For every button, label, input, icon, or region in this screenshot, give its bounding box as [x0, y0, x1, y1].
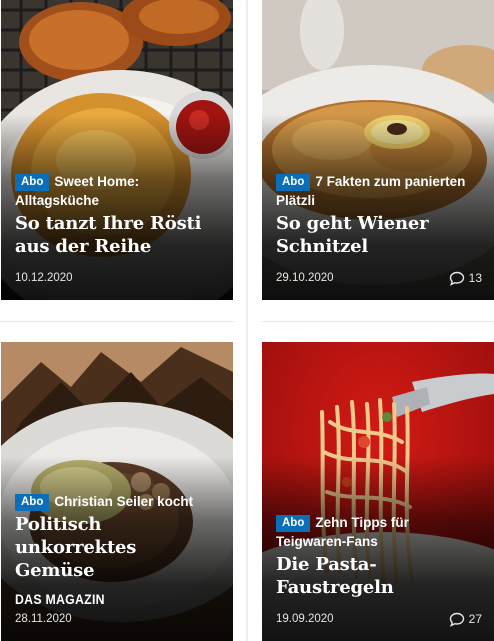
comment-count[interactable]: 13 — [449, 271, 482, 286]
article-kicker: Abo Sweet Home: Alltagsküche — [15, 172, 221, 210]
comment-bubble-icon — [449, 271, 464, 286]
article-date: 10.12.2020 — [15, 272, 73, 284]
card-content: Abo 7 Fakten zum panierten Plätzli So geh… — [276, 172, 482, 300]
article-headline[interactable]: Die Pasta-Faustregeln — [276, 553, 482, 599]
article-date: 29.10.2020 — [276, 272, 334, 284]
article-meta: 29.10.2020 13 — [276, 268, 482, 288]
article-kicker: Abo 7 Fakten zum panierten Plätzli — [276, 172, 482, 210]
section-label: DAS MAGAZIN — [15, 591, 105, 607]
row-divider-right — [262, 321, 494, 322]
comment-bubble-icon — [449, 612, 464, 627]
card-content: Abo Zehn Tipps für Teigwaren-Fans Die Pas… — [276, 513, 482, 641]
article-kicker: Abo Zehn Tipps für Teigwaren-Fans — [276, 513, 482, 551]
article-card-pasta[interactable]: Abo Zehn Tipps für Teigwaren-Fans Die Pas… — [262, 342, 494, 641]
kicker-text: Christian Seiler kocht — [54, 494, 194, 509]
article-meta: 10.12.2020 — [15, 268, 221, 288]
article-kicker: Abo Christian Seiler kocht — [15, 492, 221, 511]
article-headline[interactable]: Politisch unkorrektes Gemüse — [15, 513, 221, 582]
article-meta: 28.11.2020 — [15, 609, 221, 629]
row-divider-left — [0, 321, 234, 322]
article-card-schnitzel[interactable]: Abo 7 Fakten zum panierten Plätzli So geh… — [262, 0, 494, 300]
article-headline[interactable]: So tanzt Ihre Rösti aus der Reihe — [15, 212, 221, 258]
abo-badge: Abo — [276, 174, 311, 191]
article-date: 19.09.2020 — [276, 613, 334, 625]
comment-count-value: 13 — [468, 271, 482, 285]
article-date: 28.11.2020 — [15, 613, 72, 625]
card-content: Abo Christian Seiler kocht Politisch unko… — [15, 492, 221, 641]
article-meta: 19.09.2020 27 — [276, 609, 482, 629]
article-headline[interactable]: So geht Wiener Schnitzel — [276, 212, 482, 258]
abo-badge: Abo — [276, 515, 311, 532]
abo-badge: Abo — [15, 174, 50, 191]
comment-count[interactable]: 27 — [449, 612, 482, 627]
card-content: Abo Sweet Home: Alltagsküche So tanzt Ihr… — [15, 172, 221, 300]
column-divider — [246, 0, 248, 641]
article-card-gemuese[interactable]: Abo Christian Seiler kocht Politisch unko… — [1, 342, 233, 641]
comment-count-value: 27 — [468, 612, 482, 626]
abo-badge: Abo — [15, 494, 50, 511]
article-card-roesti[interactable]: Abo Sweet Home: Alltagsküche So tanzt Ihr… — [1, 0, 233, 300]
